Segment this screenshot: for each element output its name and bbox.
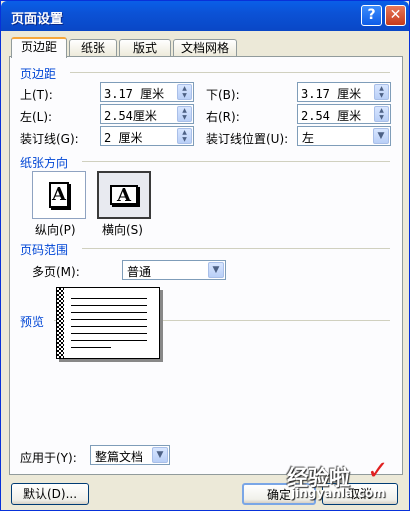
- margins-panel: 页边距 上(T): 3.17 厘米 ▲ ▼ 下(B): 3.17 厘米 ▲ ▼ 左(…: [9, 56, 403, 475]
- right-margin-spinner[interactable]: 2.54 厘米 ▲ ▼: [297, 104, 391, 124]
- bottom-margin-spinner[interactable]: 3.17 厘米 ▲ ▼: [297, 82, 391, 102]
- default-button[interactable]: 默认(D)...: [11, 483, 89, 505]
- landscape-page-icon: A: [110, 185, 138, 205]
- tab-document-grid[interactable]: 文档网格: [173, 39, 237, 57]
- gutter-spinner[interactable]: 2 厘米 ▲ ▼: [100, 126, 194, 146]
- tab-paper[interactable]: 纸张: [69, 39, 117, 57]
- section-title-margins: 页边距: [20, 67, 57, 81]
- divider: [82, 248, 390, 249]
- section-title-pages: 页码范围: [20, 243, 69, 257]
- gutter-position-select[interactable]: 左 ▼: [297, 126, 391, 146]
- landscape-option[interactable]: A: [97, 171, 151, 219]
- divider: [82, 161, 390, 162]
- title-bar: 页面设置 ? ✕: [1, 1, 409, 31]
- top-margin-label: 上(T):: [20, 88, 53, 102]
- gutter-position-value: 左: [302, 131, 315, 145]
- portrait-page-icon: A: [49, 182, 69, 208]
- gutter-position-label: 装订线位置(U):: [206, 132, 289, 146]
- help-button[interactable]: ?: [361, 5, 382, 26]
- tab-layout[interactable]: 版式: [119, 39, 171, 57]
- left-margin-label: 左(L):: [20, 110, 53, 124]
- apply-to-value: 整篇文档: [95, 450, 144, 464]
- top-margin-value[interactable]: 3.17 厘米: [104, 85, 164, 102]
- chevron-down-icon[interactable]: ▼: [152, 447, 168, 463]
- page-preview: [56, 287, 160, 359]
- apply-to-select[interactable]: 整篇文档 ▼: [90, 445, 170, 465]
- page-setup-dialog: 页面设置 ? ✕ 页边距 纸张 版式 文档网格 页边距 上(T): 3.17 厘…: [0, 0, 410, 511]
- top-margin-spinner[interactable]: 3.17 厘米 ▲ ▼: [100, 82, 194, 102]
- window-title: 页面设置: [11, 12, 64, 27]
- gutter-pattern: [57, 288, 64, 358]
- multiple-pages-select[interactable]: 普通 ▼: [122, 260, 226, 280]
- section-title-preview: 预览: [20, 315, 45, 329]
- right-margin-label: 右(R):: [206, 110, 240, 124]
- left-margin-spinner[interactable]: 2.54厘米 ▲ ▼: [100, 104, 194, 124]
- bottom-margin-label: 下(B):: [206, 88, 240, 102]
- checkmark-icon: ✓: [367, 456, 389, 486]
- spin-arrows-icon[interactable]: ▲ ▼: [177, 84, 192, 100]
- left-margin-value[interactable]: 2.54厘米: [104, 107, 157, 124]
- multiple-pages-value: 普通: [127, 265, 152, 279]
- spin-arrows-icon[interactable]: ▲ ▼: [374, 106, 389, 122]
- close-button[interactable]: ✕: [385, 5, 406, 26]
- multiple-pages-label: 多页(M):: [32, 265, 80, 279]
- divider: [70, 72, 390, 73]
- right-margin-value[interactable]: 2.54 厘米: [301, 107, 361, 124]
- tab-margins[interactable]: 页边距: [11, 37, 67, 58]
- watermark-logo: 经验啦 ✓ jingyanla.com: [287, 456, 389, 500]
- spin-arrows-icon[interactable]: ▲ ▼: [374, 84, 389, 100]
- landscape-label[interactable]: 横向(S): [102, 221, 143, 238]
- section-title-orientation: 纸张方向: [20, 156, 69, 170]
- chevron-down-icon[interactable]: ▼: [208, 262, 224, 278]
- bottom-margin-value[interactable]: 3.17 厘米: [301, 85, 361, 102]
- apply-to-label: 应用于(Y):: [20, 451, 77, 465]
- gutter-label: 装订线(G):: [20, 132, 79, 146]
- chevron-down-icon[interactable]: ▼: [373, 128, 389, 144]
- portrait-label[interactable]: 纵向(P): [35, 221, 76, 238]
- gutter-value[interactable]: 2 厘米: [104, 129, 142, 146]
- spin-arrows-icon[interactable]: ▲ ▼: [177, 106, 192, 122]
- portrait-option[interactable]: A: [32, 171, 86, 219]
- spin-arrows-icon[interactable]: ▲ ▼: [177, 128, 192, 144]
